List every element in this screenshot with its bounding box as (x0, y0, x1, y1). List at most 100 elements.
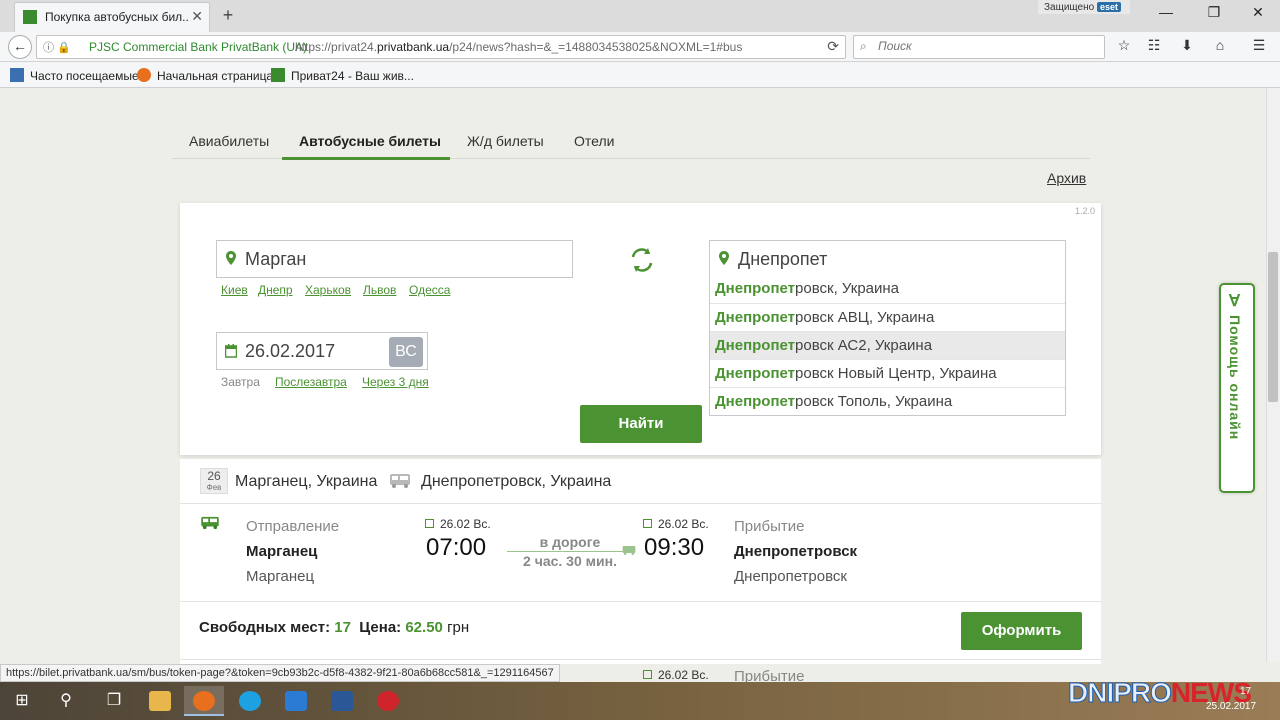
downloads-icon[interactable]: ⬇ (1176, 37, 1198, 57)
scrollbar-thumb[interactable] (1268, 252, 1278, 402)
help-online-widget[interactable]: ∀ Помощь онлайн (1219, 283, 1255, 493)
tab-title: Покупка автобусных бил... (45, 10, 190, 24)
order-button[interactable]: Оформить (961, 612, 1082, 650)
suggestion-match: Днепропет (715, 309, 796, 326)
suggestion-item[interactable]: Днепропетровск Новый Центр, Украина (710, 359, 1065, 387)
seats-and-price: Свободных мест: 17 Цена: 62.50 грн (199, 619, 469, 636)
map-pin-icon (226, 251, 236, 265)
tab-train[interactable]: Ж/д билеты (467, 133, 544, 149)
route-to-city: Днепропетровск, Украина (421, 473, 612, 490)
reload-icon[interactable]: ⟳ (827, 38, 839, 55)
quick-city-lviv[interactable]: Львов (363, 283, 396, 297)
suggestion-match: Днепропет (715, 393, 796, 410)
seats-label: Свободных мест: (199, 619, 331, 636)
arrival-station: Днепропетровск (734, 568, 847, 585)
tab-bus[interactable]: Автобусные билеты (299, 133, 441, 149)
task-view-icon[interactable]: ❐ (94, 686, 134, 716)
tab-avia[interactable]: Авиабилеты (189, 133, 269, 149)
clock-time[interactable]: 17 (1240, 686, 1251, 697)
archive-link[interactable]: Архив (1047, 170, 1086, 186)
date-field[interactable]: 26.02.2017 ВС (216, 332, 428, 370)
word-icon[interactable] (322, 686, 362, 716)
search-icon: ⌕ (860, 39, 867, 53)
price-value: 62.50 (405, 619, 443, 636)
version-label: 1.2.0 (1075, 206, 1096, 216)
url-rest: /p24/news?hash=&_=1488034538025&NOXML=1#… (449, 40, 743, 54)
to-input[interactable]: Днепропет (738, 249, 827, 270)
on-the-way-label: в дороге (539, 534, 601, 550)
edge-icon[interactable] (276, 686, 316, 716)
url-prefix: https://privat24. (295, 40, 378, 54)
bookmark-most-visited[interactable]: Часто посещаемые (10, 68, 139, 83)
seats-value: 17 (334, 619, 351, 636)
new-tab-button[interactable]: + (218, 5, 238, 26)
suggestion-match: Днепропет (715, 337, 796, 354)
arrival-time: 09:30 (644, 534, 705, 561)
to-field[interactable]: Днепропет (709, 240, 1066, 276)
quick-city-odessa[interactable]: Одесса (409, 283, 450, 297)
date-in-3-days[interactable]: Через 3 дня (362, 375, 429, 389)
suggestion-item[interactable]: Днепропетровск, Украина (710, 275, 1065, 303)
watermark-part-a: DNIPRO (1068, 677, 1173, 709)
find-button[interactable]: Найти (580, 405, 702, 443)
tab-hotels[interactable]: Отели (574, 133, 614, 149)
suggestion-item-highlighted[interactable]: Днепропетровск АС2, Украина (710, 331, 1065, 359)
browser-search-box[interactable]: ⌕ (853, 35, 1105, 59)
bus-icon (201, 516, 219, 530)
bookmarks-folder-icon (10, 68, 24, 82)
active-tab-indicator (282, 157, 450, 160)
departure-city: Марганец (246, 543, 318, 560)
quick-city-kharkov[interactable]: Харьков (305, 283, 351, 297)
calendar-icon (425, 519, 434, 528)
eset-security-badge: Защищено eset (1038, 0, 1130, 14)
suggestion-item[interactable]: Днепропетровск Тополь, Украина (710, 387, 1065, 415)
quick-city-dnepr[interactable]: Днепр (258, 283, 293, 297)
address-bar[interactable]: ⓘ 🔒 PJSC Commercial Bank PrivatBank (UA)… (36, 35, 846, 59)
maximize-window-icon[interactable]: ❐ (1194, 4, 1234, 24)
back-arrow-icon[interactable]: ← (8, 35, 32, 59)
price-label: Цена: (359, 619, 402, 636)
bookmark-label: Часто посещаемые (30, 69, 139, 83)
firefox-taskbar-icon[interactable] (184, 686, 224, 716)
suggestion-rest: ровск, Украина (795, 280, 900, 297)
opera-icon[interactable] (368, 686, 408, 716)
bus-icon (390, 474, 410, 488)
file-explorer-icon[interactable] (140, 686, 180, 716)
date-badge-day: 26 (207, 469, 221, 483)
search-input[interactable] (878, 39, 1098, 53)
minimize-window-icon[interactable]: — (1146, 4, 1186, 24)
bookmark-star-icon[interactable]: ☆ (1113, 37, 1135, 57)
arrival-label: Прибытие (734, 518, 805, 535)
status-bar-url: https://bilet.privatbank.ua/sm/bus/token… (0, 664, 560, 682)
close-tab-icon[interactable]: ✕ (191, 8, 203, 25)
date-after-tomorrow[interactable]: Послезавтра (275, 375, 347, 389)
windows-start-icon[interactable]: ⊞ (2, 686, 42, 716)
calendar-icon (643, 519, 652, 528)
browser-tab[interactable]: Покупка автобусных бил... ✕ (14, 2, 210, 32)
date-input[interactable]: 26.02.2017 (245, 341, 335, 362)
lock-info-icon[interactable]: ⓘ 🔒 (43, 39, 71, 55)
date-badge: 26 Фев (200, 468, 228, 494)
eset-logo: eset (1096, 2, 1121, 12)
from-field[interactable]: Марган (216, 240, 573, 278)
search-icon[interactable]: ⚲ (46, 686, 86, 716)
url-text[interactable]: https://privat24.privatbank.ua/p24/news?… (295, 40, 793, 54)
menu-icon[interactable]: ☰ (1248, 37, 1270, 57)
close-window-icon[interactable]: ✕ (1238, 4, 1278, 24)
date-tomorrow: Завтра (221, 375, 260, 389)
bookmark-start-page[interactable]: Начальная страница (137, 68, 273, 83)
swap-direction-icon[interactable] (626, 244, 658, 276)
suggestion-item[interactable]: Днепропетровск АВЦ, Украина (710, 303, 1065, 331)
quick-city-kiev[interactable]: Киев (221, 283, 248, 297)
departure-date-text: 26.02 Вс. (440, 517, 491, 531)
bookmark-privat24[interactable]: Приват24 - Ваш жив... (271, 68, 414, 83)
home-icon[interactable]: ⌂ (1209, 37, 1231, 57)
from-input[interactable]: Марган (245, 249, 306, 270)
reading-list-icon[interactable]: ☷ (1143, 37, 1165, 57)
site-identity[interactable]: PJSC Commercial Bank PrivatBank (UA) (89, 40, 307, 54)
map-pin-icon (719, 251, 729, 265)
skype-icon[interactable] (230, 686, 270, 716)
clock-date[interactable]: 25.02.2017 (1206, 701, 1256, 712)
result-divider (180, 601, 1101, 602)
url-domain: privatbank.ua (377, 40, 450, 54)
